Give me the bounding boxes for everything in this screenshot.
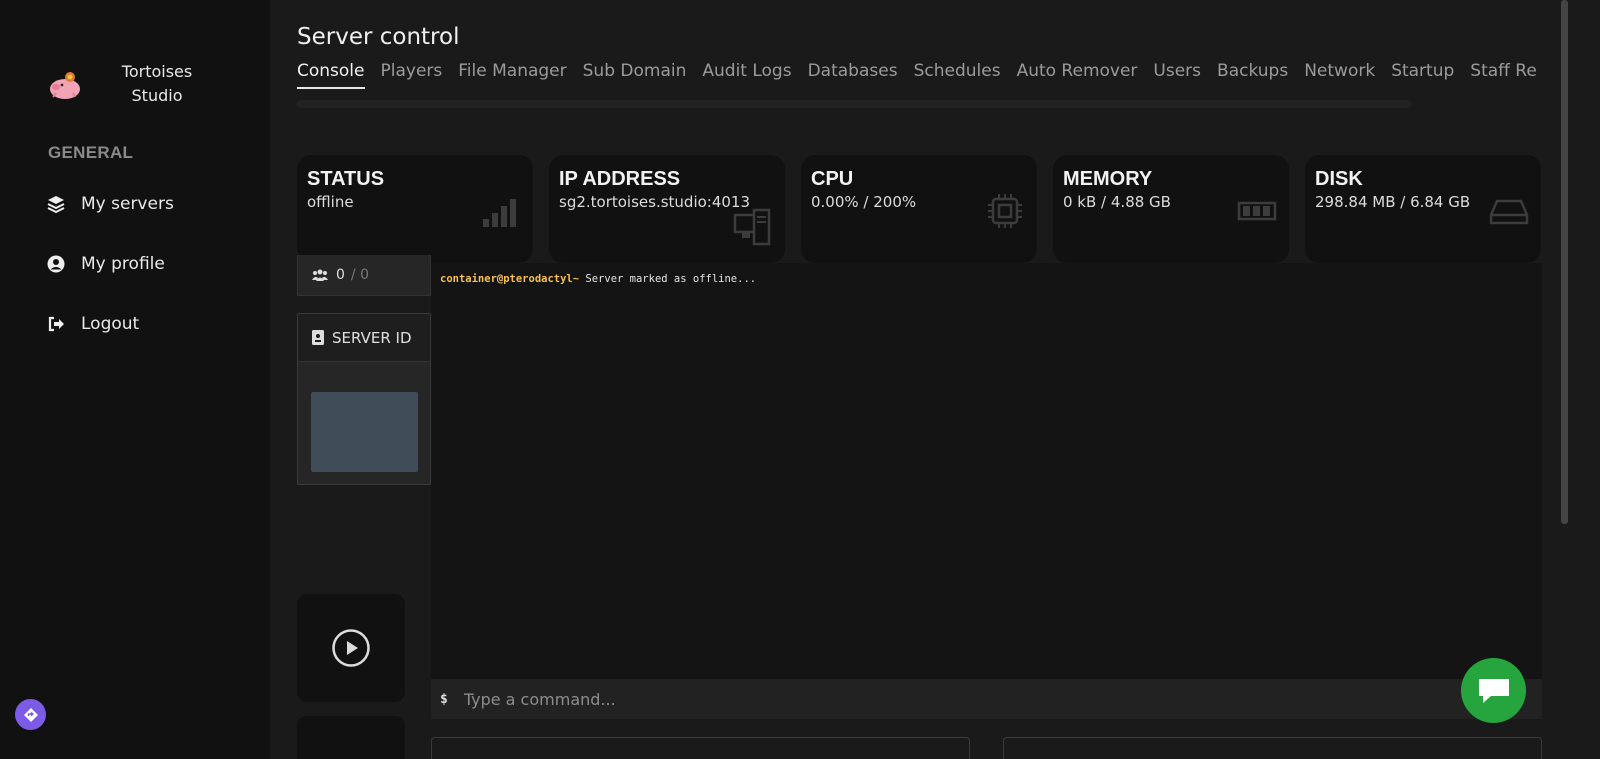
sidebar-item-label: Logout [81,314,140,334]
sidebar-item-logout[interactable]: Logout [46,314,139,334]
players-current: 0 [336,267,345,283]
page-title: Server control [297,24,460,50]
command-bar: $ [431,679,1542,719]
sidebar-item-label: My profile [81,254,165,274]
pig-mascot-icon [50,72,80,99]
stat-card-cpu: CPU 0.00% / 200% [801,155,1037,263]
tab-backups[interactable]: Backups [1217,61,1288,87]
tab-schedules[interactable]: Schedules [914,61,1001,87]
memory-graph-panel [1003,737,1542,759]
tab-staff-requests[interactable]: Staff Re [1470,61,1537,87]
server-id-label: SERVER ID [332,328,412,347]
tab-file-manager[interactable]: File Manager [458,61,566,87]
power-start-button[interactable] [297,594,405,702]
section-label-general: GENERAL [48,143,134,162]
command-input[interactable] [463,689,1364,709]
users-icon [312,269,328,281]
tab-audit-logs[interactable]: Audit Logs [702,61,791,87]
hard-drive-icon [1489,199,1529,225]
tab-network[interactable]: Network [1304,61,1375,87]
tab-auto-remover[interactable]: Auto Remover [1017,61,1138,87]
stat-label: MEMORY [1063,168,1153,190]
players-max: / 0 [350,267,369,283]
tab-users[interactable]: Users [1153,61,1201,87]
tab-console[interactable]: Console [297,61,365,89]
logout-icon [46,314,66,334]
brand-name: Tortoises Studio [121,62,193,105]
memory-module-icon [1237,201,1277,221]
server-id-header: SERVER ID [298,314,430,362]
sidebar-item-label: My servers [81,194,174,214]
sidebar: Tortoises Studio GENERAL My servers My p… [0,0,270,759]
stat-card-status: STATUS offline [297,155,533,263]
sidebar-item-my-servers[interactable]: My servers [46,194,174,214]
stat-label: DISK [1315,168,1363,190]
chat-bubble-icon [1478,678,1509,703]
tab-bar: Console Players File Manager Sub Domain Audi… [297,61,1600,91]
brand[interactable]: Tortoises Studio [45,58,255,110]
desktop-tower-icon [733,208,771,246]
id-badge-icon [312,330,324,345]
sidebar-item-my-profile[interactable]: My profile [46,254,165,274]
stat-card-disk: DISK 298.84 MB / 6.84 GB [1305,155,1541,263]
tab-startup[interactable]: Startup [1391,61,1454,87]
tab-scrollbar[interactable] [297,100,1412,108]
chat-support-button[interactable] [1461,658,1526,723]
tab-databases[interactable]: Databases [808,61,898,87]
page-scrollbar[interactable] [1561,0,1568,524]
server-id-card: SERVER ID [297,313,431,485]
server-id-value-placeholder [311,392,418,472]
stat-card-memory: MEMORY 0 kB / 4.88 GB [1053,155,1289,263]
diamond-arrow-icon [23,707,38,722]
stat-label: IP ADDRESS [559,168,681,190]
help-badge-button[interactable] [15,699,46,730]
console-line: Server marked as offline... [585,273,757,285]
stat-label: STATUS [307,168,385,190]
console-output[interactable]: container@pterodactyl~ Server marked as … [431,263,1542,679]
tab-players[interactable]: Players [381,61,443,87]
stat-card-ip-address: IP ADDRESS sg2.tortoises.studio:4013 [549,155,785,263]
players-count: 0 / 0 [297,255,431,296]
tab-sub-domain[interactable]: Sub Domain [583,61,687,87]
signal-bars-icon [483,199,516,227]
power-restart-button[interactable] [297,716,405,759]
cpu-graph-panel [431,737,970,759]
stat-label: CPU [811,168,854,190]
command-prompt-symbol: $ [440,691,448,707]
play-circle-icon [332,629,370,667]
user-circle-icon [46,254,66,274]
cpu-chip-icon [988,194,1022,228]
console-prompt: container@pterodactyl~ [440,273,580,285]
layers-icon [46,194,66,214]
